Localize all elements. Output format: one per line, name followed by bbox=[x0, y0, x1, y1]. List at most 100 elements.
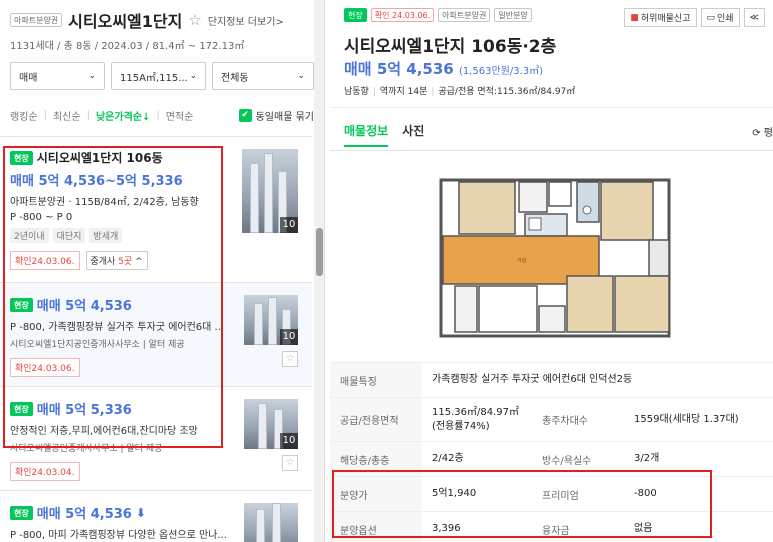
listing-photo[interactable] bbox=[244, 503, 298, 542]
photo-count: 10 bbox=[280, 217, 298, 233]
complex-meta: 1131세대 / 총 8동 / 2024.03 / 81.4㎡ ~ 172.13… bbox=[10, 41, 245, 52]
area-info: 공급/전용 면적:115.36㎡/84.97㎡ bbox=[438, 87, 576, 97]
item-price: 매매 5억 4,536 bbox=[36, 507, 132, 522]
property-type-tag: 아파트분양권 bbox=[10, 13, 63, 27]
divider: | bbox=[86, 110, 90, 121]
detail-tags: 현장 확인 24.03.06. 아파트분양권 일반분양 bbox=[344, 8, 532, 22]
item-desc: 아파트분양권 · 115B/84㎡, 2/42층, 남동향 bbox=[10, 197, 199, 208]
favorite-star-icon[interactable]: ☆ bbox=[282, 351, 298, 367]
brokers-count: 5곳 bbox=[118, 257, 133, 267]
table-row: 분양가 5억1,940 프리미엄 -800 bbox=[330, 476, 773, 512]
sort-low-price[interactable]: 낮은가격순↓ bbox=[96, 108, 150, 123]
info-value: 1559대(세대당 1.37대) bbox=[624, 397, 773, 442]
sort-newest[interactable]: 최신순 bbox=[53, 108, 81, 123]
group-same-listing-toggle[interactable]: ✔ 동일매물 묶기 bbox=[238, 108, 314, 123]
info-key: 해당층/총층 bbox=[330, 441, 422, 477]
onsite-badge: 현장 bbox=[10, 401, 33, 416]
listing-photo[interactable]: 10 bbox=[244, 399, 298, 449]
info-value: -800 bbox=[624, 476, 773, 512]
table-row: 공급/전용면적 115.36㎡/84.97㎡(전용률74%) 총주차대수 155… bbox=[330, 397, 773, 442]
onsite-badge: 현장 bbox=[10, 505, 33, 520]
info-value: 가족캠핑장 실거주 투자굿 에어컨6대 인덕션2등 bbox=[422, 362, 773, 398]
confirm-date-badge: 확인24.03.06. bbox=[10, 358, 80, 377]
complex-info-more-link[interactable]: 단지정보 더보기> bbox=[208, 13, 284, 28]
listing-panel: 아파트분양권 시티오씨엘1단지 ☆ 단지정보 더보기> 1131세대 / 총 8… bbox=[0, 0, 325, 542]
checkbox-checked-icon[interactable]: ✔ bbox=[238, 109, 252, 122]
divider: | bbox=[372, 87, 376, 97]
brokers-label: 중개사 bbox=[90, 257, 119, 267]
feature-chip: 방세개 bbox=[89, 228, 123, 243]
divider bbox=[330, 150, 773, 151]
report-label: 허위매물신고 bbox=[640, 14, 691, 24]
favorite-star-icon[interactable]: ☆ bbox=[282, 455, 298, 471]
chevron-up-icon: ^ bbox=[132, 257, 143, 267]
pyeong-toggle-button[interactable]: ⟳ 평 bbox=[752, 124, 773, 139]
item-agency: 시티오씨엘공인중개사사무소 | 알터 제공 bbox=[10, 444, 163, 454]
divider bbox=[330, 107, 773, 108]
chevron-down-icon: ⌄ bbox=[88, 71, 96, 81]
tab-listing-info[interactable]: 매물정보 bbox=[344, 122, 389, 147]
printer-icon: ▭ bbox=[706, 12, 716, 23]
feature-chip: 대단지 bbox=[52, 228, 86, 243]
info-value: 3,396 bbox=[422, 511, 532, 542]
direction: 남동향 bbox=[344, 87, 369, 97]
listing-info-table: 매물특징 가족캠핑장 실거주 투자굿 에어컨6대 인덕션2등 공급/전용면적 1… bbox=[330, 362, 773, 542]
info-key: 공급/전용면적 bbox=[330, 397, 422, 442]
living-room-label: 거실 bbox=[517, 257, 527, 264]
area-select[interactable]: 115A㎡,115... ⌄ bbox=[111, 62, 206, 90]
sort-ranking[interactable]: 랭킹순 bbox=[10, 108, 38, 123]
divider: | bbox=[156, 110, 160, 121]
siren-icon: ■ bbox=[630, 12, 639, 23]
detail-panel: 현장 확인 24.03.06. 아파트분양권 일반분양 ■ 허위매물신고 ▭ 인쇄 … bbox=[330, 0, 773, 542]
photo-count: 10 bbox=[280, 433, 298, 449]
report-false-listing-button[interactable]: ■ 허위매물신고 bbox=[624, 8, 697, 27]
info-value: 5억1,940 bbox=[422, 476, 532, 512]
divider: | bbox=[43, 110, 47, 121]
floor-plan-image[interactable]: 거실 bbox=[437, 170, 673, 340]
price-down-icon: ⬇ bbox=[135, 505, 146, 520]
info-key: 분양옵션 bbox=[330, 511, 422, 542]
item-desc: P -800, 가족캠핑장뷰 실거주 투자굿 에어컨6대 ... bbox=[10, 322, 225, 333]
onsite-badge: 현장 bbox=[344, 8, 367, 22]
trade-type-select[interactable]: 매매 ⌄ bbox=[10, 62, 105, 90]
brokers-toggle-button[interactable]: 중개사 5곳 ^ bbox=[85, 251, 148, 270]
favorite-star-icon[interactable]: ☆ bbox=[188, 11, 201, 29]
info-value: 3/2개 bbox=[624, 441, 773, 477]
complex-header: 아파트분양권 시티오씨엘1단지 ☆ 단지정보 더보기> 1131세대 / 총 8… bbox=[10, 8, 314, 52]
print-button[interactable]: ▭ 인쇄 bbox=[700, 8, 740, 27]
list-item[interactable]: 현장 매매 5억 5,336 안정적인 저층,무피,에어컨6대,잔디마당 조망 … bbox=[0, 386, 312, 490]
detail-meta: 남동향 | 역까지 14분 | 공급/전용 면적:115.36㎡/84.97㎡ bbox=[344, 84, 575, 97]
price-per-area: (1,563만원/3.3㎡) bbox=[458, 66, 544, 77]
info-key: 분양가 bbox=[330, 476, 422, 512]
listing-photo[interactable]: 10 bbox=[244, 295, 298, 345]
chevron-down-icon: ⌄ bbox=[297, 71, 305, 81]
listing-photo[interactable]: 10 bbox=[242, 149, 298, 233]
building-select[interactable]: 전체동 ⌄ bbox=[212, 62, 314, 90]
item-premium: P -800 ~ P 0 bbox=[10, 212, 73, 223]
scrollbar-thumb[interactable] bbox=[316, 228, 323, 276]
table-row: 매물특징 가족캠핑장 실거주 투자굿 에어컨6대 인덕션2등 bbox=[330, 362, 773, 398]
detail-tabs: 매물정보 사진 bbox=[344, 122, 424, 147]
info-value: 115.36㎡/84.97㎡(전용률74%) bbox=[422, 397, 532, 442]
tab-photos[interactable]: 사진 bbox=[402, 122, 424, 147]
info-key: 총주차대수 bbox=[532, 397, 624, 442]
list-item[interactable]: 현장 시티오씨엘1단지 106동 매매 5억 4,536~5억 5,336 아파… bbox=[0, 136, 312, 282]
sort-area[interactable]: 면적순 bbox=[166, 108, 194, 123]
detail-price: 매매 5억 4,536 (1,563만원/3.3㎡) bbox=[344, 58, 543, 79]
info-value: 2/42층 bbox=[422, 441, 532, 477]
table-row: 해당층/총층 2/42층 방수/욕실수 3/2개 bbox=[330, 441, 773, 477]
onsite-badge: 현장 bbox=[10, 297, 33, 312]
confirm-date-badge: 확인 24.03.06. bbox=[370, 8, 435, 22]
complex-name: 시티오씨엘1단지 bbox=[68, 12, 183, 31]
group-same-listing-label: 동일매물 묶기 bbox=[255, 112, 314, 123]
item-price: 매매 5억 4,536 bbox=[36, 299, 132, 314]
sale-type-tag: 일반분양 bbox=[494, 8, 532, 22]
collapse-button[interactable]: ≪ bbox=[743, 8, 765, 27]
list-item[interactable]: 현장 매매 5억 4,536 ⬇ P -800, 마피 가족캠핑장뷰 다양한 옵… bbox=[0, 490, 312, 542]
print-label: 인쇄 bbox=[717, 14, 734, 24]
list-item[interactable]: 현장 매매 5억 4,536 P -800, 가족캠핑장뷰 실거주 투자굿 에어… bbox=[0, 282, 312, 386]
listing-list: 현장 시티오씨엘1단지 106동 매매 5억 4,536~5억 5,336 아파… bbox=[0, 136, 312, 542]
chevron-down-icon: ⌄ bbox=[189, 71, 197, 81]
confirm-date-badge: 확인24.03.06. bbox=[10, 251, 80, 270]
list-scrollbar[interactable] bbox=[314, 0, 324, 542]
